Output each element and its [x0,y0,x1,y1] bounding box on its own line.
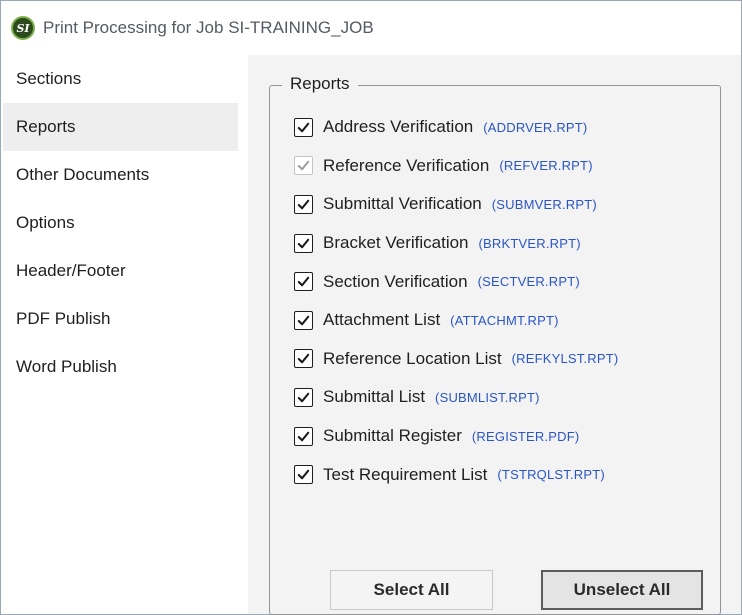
sidebar-item-header-footer[interactable]: Header/Footer [1,247,248,295]
select-all-button[interactable]: Select All [330,570,493,610]
report-row: Submittal Register (REGISTER.PDF) [294,417,618,456]
checkmark-icon [297,354,310,364]
report-file-name: (REGISTER.PDF) [471,428,580,444]
report-checkbox[interactable] [294,387,313,407]
sidebar-item-word-publish[interactable]: Word Publish [1,343,248,391]
checkmark-icon [297,315,310,326]
report-checkbox[interactable] [294,310,313,330]
report-row: Section Verification (SECTVER.RPT) [294,262,618,301]
report-checkbox[interactable] [294,194,313,214]
reports-panel: Reports Address Verification (ADDRVER.RPT… [248,55,741,615]
sidebar-item-pdf-publish[interactable]: PDF Publish [1,295,248,343]
report-name: Submittal Register [323,426,462,446]
report-checkbox[interactable] [294,349,313,369]
report-checkbox[interactable] [294,233,313,253]
report-row: Attachment List (ATTACHMT.RPT) [294,301,618,340]
report-file-name: (ATTACHMT.RPT) [450,312,559,328]
report-list: Address Verification (ADDRVER.RPT) Referen… [294,108,618,494]
title-bar: SI Print Processing for Job SI-TRAINING_… [1,1,741,55]
report-row: Reference Location List (REFKYLST.RPT) [294,340,618,379]
sidebar-item-options[interactable]: Options [1,199,248,247]
report-name: Submittal Verification [323,194,482,214]
report-name: Reference Verification [323,155,490,175]
checkmark-icon [297,431,310,441]
report-row: Submittal Verification (SUBMVER.RPT) [294,185,618,224]
checkmark-icon [297,161,310,171]
report-name: Test Requirement List [323,464,488,484]
report-row: Reference Verification (REFVER.RPT) [294,147,618,186]
report-checkbox[interactable] [294,465,313,485]
report-file-name: (ADDRVER.RPT) [483,119,588,135]
sidebar-item-reports[interactable]: Reports [3,103,238,151]
checkmark-icon [297,199,310,210]
report-row: Test Requirement List (TSTRQLST.RPT) [294,455,618,494]
sidebar: Sections Reports Other Documents Options… [1,55,248,614]
report-row: Address Verification (ADDRVER.RPT) [294,108,618,147]
report-file-name: (REFKYLST.RPT) [511,351,619,367]
report-file-name: (SUBMVER.RPT) [491,196,597,212]
checkmark-icon [297,276,310,287]
checkmark-icon [297,469,310,480]
report-name: Attachment List [323,310,441,330]
app-logo-icon: SI [11,16,35,40]
report-checkbox[interactable] [294,272,313,292]
checkmark-icon [297,392,310,403]
checkmark-icon [297,238,310,248]
sidebar-item-other-documents[interactable]: Other Documents [1,151,248,199]
report-file-name: (BRKTVER.RPT) [478,235,581,251]
checkmark-icon [297,122,310,133]
unselect-all-button[interactable]: Unselect All [541,570,703,610]
sidebar-item-sections[interactable]: Sections [1,55,248,103]
report-file-name: (SUBMLIST.RPT) [435,389,540,405]
reports-group-box: Reports Address Verification (ADDRVER.RPT… [269,74,721,615]
report-checkbox[interactable] [294,426,313,446]
report-name: Bracket Verification [323,233,469,253]
report-file-name: (TSTRQLST.RPT) [497,467,605,483]
print-processing-window: SI Print Processing for Job SI-TRAINING_… [0,0,742,615]
report-checkbox[interactable] [294,117,313,137]
report-name: Section Verification [323,271,468,291]
report-file-name: (SECTVER.RPT) [477,274,580,290]
report-checkbox [294,156,313,176]
report-name: Reference Location List [323,348,502,368]
window-title: Print Processing for Job SI-TRAINING_JOB [43,18,374,37]
report-row: Submittal List (SUBMLIST.RPT) [294,378,618,417]
report-row: Bracket Verification (BRKTVER.RPT) [294,224,618,263]
report-name: Submittal List [323,387,426,407]
report-file-name: (REFVER.RPT) [499,158,593,174]
report-name: Address Verification [323,117,474,137]
reports-group-legend: Reports [282,74,358,94]
